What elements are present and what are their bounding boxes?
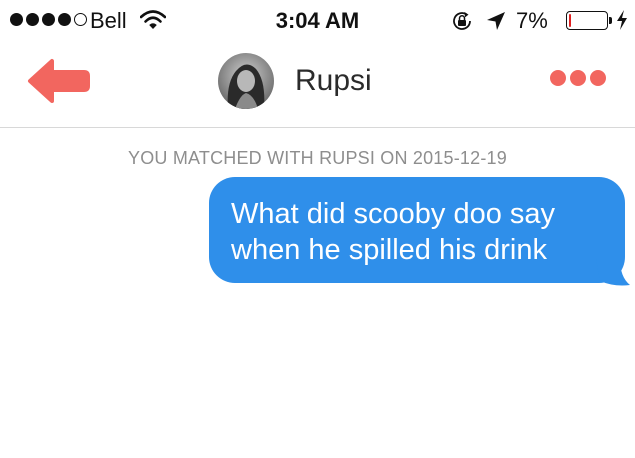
arrow-left-icon	[28, 59, 90, 103]
more-options-button[interactable]	[548, 68, 608, 88]
battery-percent: 7%	[516, 8, 548, 33]
ellipsis-icon	[550, 70, 566, 86]
ellipsis-dot	[590, 70, 606, 86]
contact-avatar[interactable]	[218, 53, 274, 109]
message-text: What did scooby doo say when he spilled …	[231, 198, 556, 266]
location-icon	[485, 10, 507, 37]
battery-tip	[609, 17, 612, 24]
battery-icon	[566, 11, 608, 30]
battery-level-fill	[569, 14, 571, 27]
back-button[interactable]	[22, 54, 92, 108]
orientation-lock-icon	[450, 9, 474, 38]
status-bar: Bell 3:04 AM 7%	[0, 0, 635, 40]
chat-header: Rupsi	[0, 40, 635, 128]
ellipsis-dot	[570, 70, 586, 86]
charging-bolt-icon	[616, 9, 628, 36]
match-date-label: YOU MATCHED WITH RUPSI ON 2015-12-19	[128, 148, 507, 168]
contact-name[interactable]: Rupsi	[295, 64, 372, 98]
